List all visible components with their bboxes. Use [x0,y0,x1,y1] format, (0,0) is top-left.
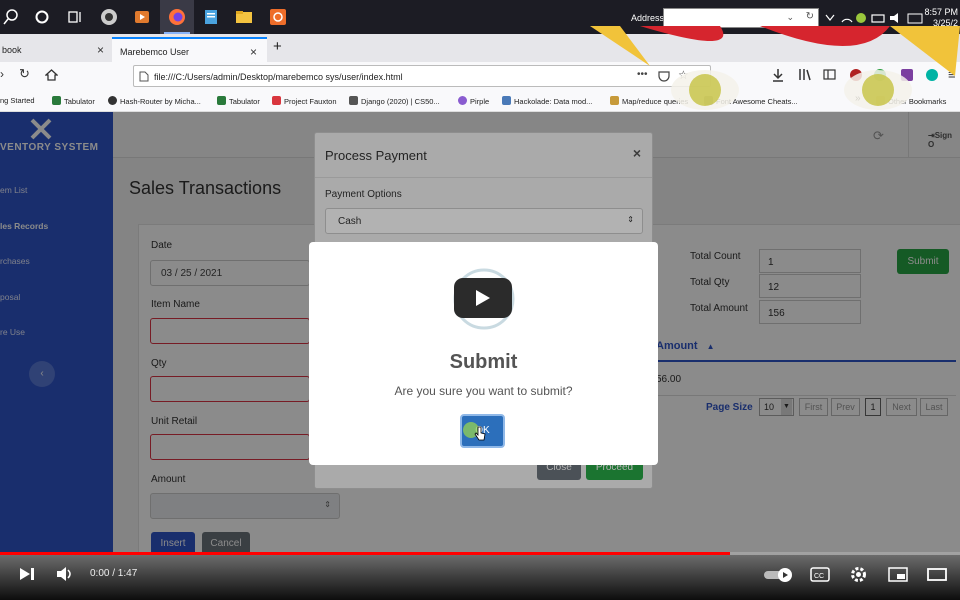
ok-button[interactable]: OK [460,414,505,448]
theater-mode-icon[interactable] [927,567,947,582]
dialog-title: Submit [449,351,518,373]
hackolade-icon [502,96,511,105]
address-toolbar-label: Address [631,13,665,23]
tabulator-icon [217,96,226,105]
search-icon[interactable] [2,8,20,26]
bookmark-item[interactable]: Hash-Router by Micha... [108,96,201,106]
notes-icon[interactable] [202,8,220,26]
video-progress-fill [0,552,730,555]
back-icon[interactable]: › [0,67,4,81]
hand-cursor-icon [474,426,486,441]
tab-inactive[interactable]: book × [0,37,110,62]
reload-icon[interactable]: ↻ [19,66,30,82]
presentation-app-icon[interactable] [269,8,287,26]
bookmark-item[interactable]: ng Started [0,96,35,105]
firefox-icon [168,8,186,26]
tab-close-icon[interactable]: × [97,43,104,57]
screen: Address ⌄ ↻ 8:57 PM 3/25/2 book × Marebe… [0,0,960,600]
task-view-icon[interactable] [66,8,84,26]
bookmark-item[interactable]: Tabulator [217,96,260,106]
address-toolbar-input[interactable]: ⌄ ↻ [663,8,819,28]
volume-icon[interactable] [56,566,74,582]
file-explorer-icon[interactable] [235,8,253,26]
fauxton-icon [272,96,281,105]
globe-icon [108,96,117,105]
media-player-icon[interactable] [133,8,151,26]
obs-icon[interactable] [100,8,118,26]
dialog-message: Are you sure you want to submit? [394,384,573,398]
confirm-dialog: Submit Are you sure you want to submit? … [309,242,658,465]
chevron-down-icon[interactable]: ⌄ [786,12,794,23]
bookmark-item[interactable]: Project Fauxton [272,96,337,106]
captions-icon[interactable]: CC [810,567,830,582]
system-tray-icons[interactable] [824,11,924,25]
new-tab-icon[interactable]: + [273,38,282,55]
video-progress-bar[interactable] [0,552,960,555]
cs50-icon [349,96,358,105]
cortana-icon[interactable] [33,8,51,26]
settings-gear-icon[interactable] [850,566,867,583]
taskbar-firefox-active[interactable] [160,0,194,34]
video-time: 0:00 / 1:47 [90,568,138,579]
tab-close-icon[interactable]: × [250,45,257,59]
pirple-icon [458,96,467,105]
tabulator-icon [52,96,61,105]
refresh-icon[interactable]: ↻ [806,11,814,22]
skip-next-icon[interactable] [19,566,35,582]
miniplayer-icon[interactable] [888,567,908,582]
web-page: VENTORY SYSTEM em List les Records rchas… [0,112,960,552]
bookmark-item[interactable]: Tabulator [52,96,95,106]
svg-text:CC: CC [814,573,824,580]
bookmark-item[interactable]: Django (2020) | CS50... [349,96,440,106]
anime-wallpaper-image [590,26,960,110]
file-icon [139,71,149,82]
tab-marebemco-user[interactable]: Marebemco User × [112,37,267,62]
video-play-button[interactable] [454,278,512,318]
autoplay-toggle[interactable] [764,568,794,582]
bookmark-item[interactable]: Pirple [458,96,489,106]
home-icon[interactable] [45,69,58,81]
play-icon [476,290,490,306]
